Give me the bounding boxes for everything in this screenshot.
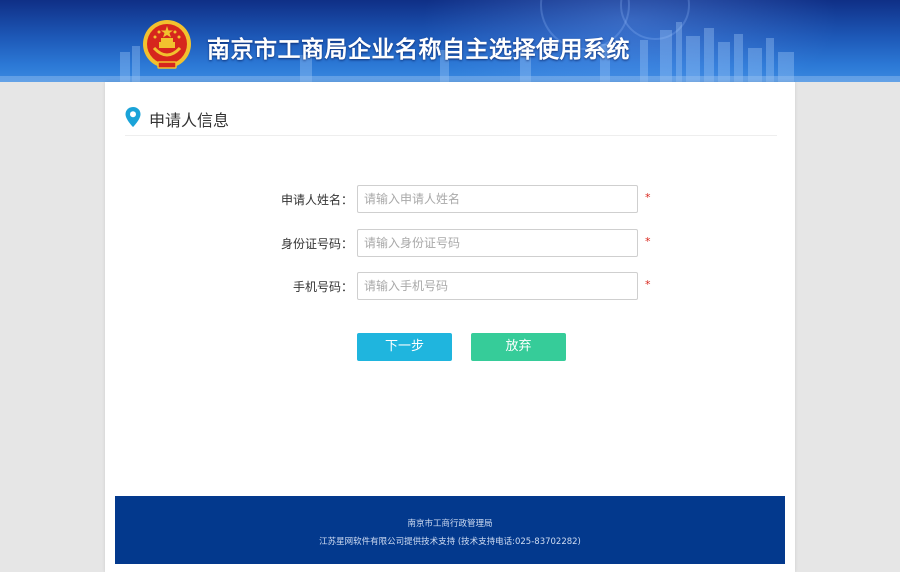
footer-support-info: 江苏星网软件有限公司提供技术支持 (技术支持电话:025-83702282) xyxy=(319,537,581,547)
mobile-number-input[interactable] xyxy=(357,272,638,300)
form-row-mobile: 手机号码： * xyxy=(105,272,795,300)
required-marker: * xyxy=(645,191,651,204)
id-number-input[interactable] xyxy=(357,229,638,257)
site-title: 南京市工商局企业名称自主选择使用系统 xyxy=(207,37,630,63)
national-emblem-icon xyxy=(143,20,191,69)
required-marker: * xyxy=(645,235,651,248)
mobile-number-label: 手机号码： xyxy=(292,280,353,294)
applicant-name-label: 申请人姓名： xyxy=(280,193,353,207)
form-row-applicant-name: 申请人姓名： * xyxy=(105,185,795,213)
id-number-label: 身份证号码： xyxy=(280,237,353,251)
applicant-name-input[interactable] xyxy=(357,185,638,213)
form-row-id-number: 身份证号码： * xyxy=(105,229,795,257)
location-pin-icon xyxy=(125,107,141,127)
header-banner: 南京市工商局企业名称自主选择使用系统 xyxy=(0,0,900,82)
abandon-button[interactable]: 放弃 xyxy=(471,333,566,361)
required-marker: * xyxy=(645,278,651,291)
footer-org-name: 南京市工商行政管理局 xyxy=(407,519,493,529)
section-title: 申请人信息 xyxy=(149,111,230,130)
next-step-button[interactable]: 下一步 xyxy=(357,333,452,361)
footer: 南京市工商行政管理局 江苏星网软件有限公司提供技术支持 (技术支持电话:025-… xyxy=(115,496,785,564)
main-panel: 申请人信息 申请人姓名： * 身份证号码： * 手机号码： * 下一步 放弃 南… xyxy=(105,82,795,572)
section-header: 申请人信息 xyxy=(125,104,777,136)
